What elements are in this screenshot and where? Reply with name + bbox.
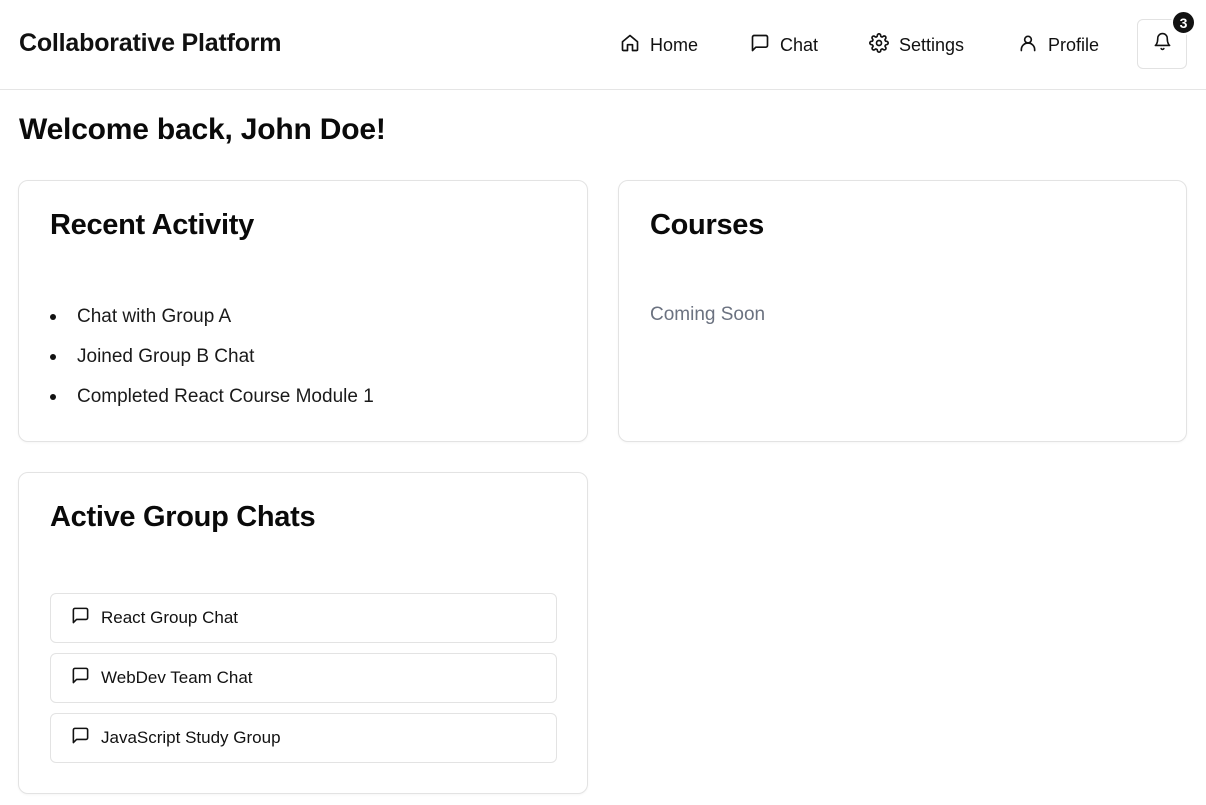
- nav-profile[interactable]: Profile: [1018, 20, 1099, 70]
- top-nav-bar: Collaborative Platform Home Chat Setting…: [0, 0, 1206, 90]
- list-item: Joined Group B Chat: [50, 341, 374, 381]
- nav-chat[interactable]: Chat: [750, 20, 818, 70]
- message-square-icon: [750, 33, 770, 58]
- group-chat-button-react[interactable]: React Group Chat: [50, 593, 557, 643]
- group-chat-label: JavaScript Study Group: [101, 728, 281, 747]
- home-icon: [620, 33, 640, 58]
- recent-activity-title: Recent Activity: [50, 209, 254, 241]
- group-chat-button-javascript[interactable]: JavaScript Study Group: [50, 713, 557, 763]
- message-square-icon: [71, 606, 90, 630]
- nav-home[interactable]: Home: [620, 20, 698, 70]
- activity-item-label: Completed React Course Module 1: [77, 386, 374, 407]
- courses-status-text: Coming Soon: [650, 304, 766, 325]
- nav-home-label: Home: [650, 34, 699, 55]
- message-square-icon: [71, 726, 90, 750]
- active-group-chats-card: Active Group Chats React Group Chat WebD…: [18, 472, 588, 794]
- bullet-dot: [50, 314, 56, 320]
- list-item: Completed React Course Module 1: [50, 381, 374, 421]
- app-title: Collaborative Platform: [19, 29, 282, 57]
- message-square-icon: [71, 666, 90, 690]
- activity-item-label: Joined Group B Chat: [77, 346, 255, 367]
- bullet-dot: [50, 394, 56, 400]
- nav-settings-label: Settings: [899, 34, 965, 55]
- notification-count-badge: 3: [1171, 10, 1196, 35]
- courses-title: Courses: [650, 209, 764, 241]
- active-group-chats-title: Active Group Chats: [50, 501, 316, 533]
- gear-icon: [869, 32, 889, 58]
- list-item: Chat with Group A: [50, 301, 374, 341]
- activity-item-label: Chat with Group A: [77, 306, 232, 327]
- group-chat-label: WebDev Team Chat: [101, 668, 253, 687]
- welcome-heading: Welcome back, John Doe!: [19, 113, 386, 146]
- nav-settings[interactable]: Settings: [869, 20, 964, 70]
- recent-activity-card: Recent Activity Chat with Group A Joined…: [18, 180, 588, 442]
- bell-icon: [1153, 32, 1172, 56]
- group-chat-button-webdev[interactable]: WebDev Team Chat: [50, 653, 557, 703]
- recent-activity-list: Chat with Group A Joined Group B Chat Co…: [50, 301, 374, 421]
- group-chat-label: React Group Chat: [101, 608, 239, 627]
- nav-profile-label: Profile: [1048, 34, 1100, 55]
- bullet-dot: [50, 354, 56, 360]
- user-icon: [1018, 33, 1038, 58]
- courses-card: Courses Coming Soon: [618, 180, 1187, 442]
- nav-chat-label: Chat: [780, 34, 819, 55]
